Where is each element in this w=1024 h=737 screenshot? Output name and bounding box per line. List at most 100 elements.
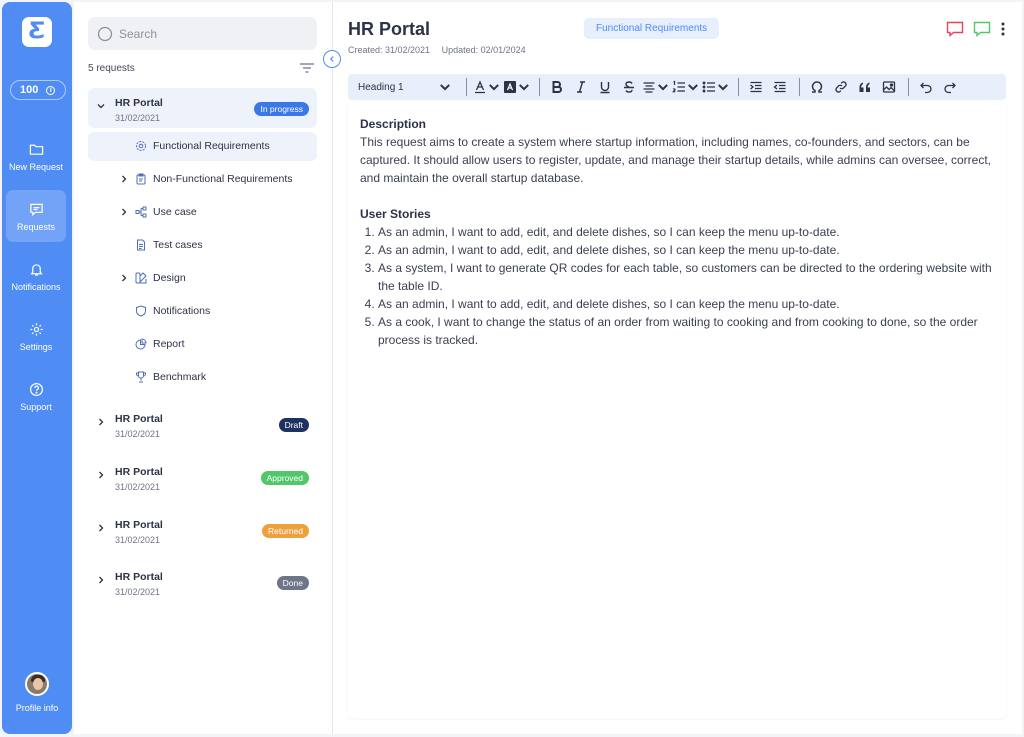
link-button[interactable] xyxy=(830,74,852,100)
numbered-list-button[interactable] xyxy=(672,74,700,100)
updated-date: Updated: 02/01/2024 xyxy=(441,45,526,55)
chevron-right-icon[interactable] xyxy=(96,523,106,533)
request-item[interactable]: HR Portal 31/02/2021 Draft xyxy=(88,404,317,444)
design-icon xyxy=(135,272,147,284)
status-badge: In progress xyxy=(254,102,309,116)
redo-button[interactable] xyxy=(939,74,961,100)
chevron-right-icon[interactable] xyxy=(119,174,129,184)
section-label: Functional Requirements xyxy=(153,140,270,152)
credits-counter[interactable]: 100 i xyxy=(10,80,66,100)
status-badge: Approved xyxy=(260,471,309,485)
underline-button[interactable] xyxy=(594,74,616,100)
nav-new-request[interactable]: New Request xyxy=(6,130,66,182)
nav-support[interactable]: Support xyxy=(6,370,66,422)
request-count: 5 requests xyxy=(88,63,135,74)
section-label: Use case xyxy=(153,206,197,218)
bullet-list-button[interactable] xyxy=(702,74,730,100)
profile-label: Profile info xyxy=(15,703,59,713)
request-title: HR Portal xyxy=(115,97,163,109)
app-logo[interactable]: Ƹ xyxy=(22,17,52,47)
more-vertical-icon[interactable] xyxy=(1000,21,1006,37)
section-functional-requirements[interactable]: Functional Requirements xyxy=(88,132,317,161)
link-icon xyxy=(835,81,847,93)
page-title: HR Portal xyxy=(348,19,431,39)
chevron-down-icon xyxy=(688,84,698,91)
chevron-right-icon[interactable] xyxy=(96,575,106,585)
request-date: 31/02/2021 xyxy=(115,482,161,492)
section-pill: Functional Requirements xyxy=(584,18,720,39)
align-button[interactable] xyxy=(642,74,670,100)
search-input[interactable] xyxy=(119,26,299,41)
chat-icon xyxy=(29,203,43,216)
section-label: Notifications xyxy=(153,305,211,317)
collapse-panel-button[interactable] xyxy=(323,50,341,68)
shield-icon xyxy=(136,305,146,317)
nav-notifications[interactable]: Notifications xyxy=(6,250,66,302)
filter-icon[interactable] xyxy=(300,62,314,74)
chevron-left-icon xyxy=(329,56,334,62)
italic-icon xyxy=(577,81,585,93)
nav-requests[interactable]: Requests xyxy=(6,190,66,242)
document-icon xyxy=(137,239,145,251)
section-label: Test cases xyxy=(153,239,203,251)
strikethrough-button[interactable] xyxy=(618,74,640,100)
request-item[interactable]: HR Portal 31/02/2021 Approved xyxy=(88,457,317,497)
trophy-icon xyxy=(136,371,146,383)
section-test-cases[interactable]: Test cases xyxy=(88,231,317,260)
request-date: 31/02/2021 xyxy=(115,587,161,597)
reject-comment-icon[interactable] xyxy=(946,21,964,37)
nav-settings[interactable]: Settings xyxy=(6,310,66,362)
gear-icon xyxy=(29,323,43,336)
status-badge: Draft xyxy=(278,418,309,432)
main-content: HR Portal Created: 31/02/2021 Updated: 0… xyxy=(333,2,1022,734)
section-use-case[interactable]: Use case xyxy=(88,198,317,227)
chevron-down-icon xyxy=(519,84,529,91)
list-item: As a system, I want to generate QR codes… xyxy=(378,259,994,295)
heading-select[interactable]: Heading 1 xyxy=(358,74,458,100)
nav-label: New Request xyxy=(8,162,64,172)
gear-icon xyxy=(136,141,146,151)
request-item[interactable]: HR Portal 31/02/2021 Returned xyxy=(88,510,317,550)
quote-button[interactable] xyxy=(854,74,876,100)
italic-button[interactable] xyxy=(570,74,592,100)
folder-icon xyxy=(29,144,43,155)
clipboard-icon xyxy=(136,173,146,185)
bold-button[interactable] xyxy=(546,74,568,100)
quote-icon xyxy=(859,82,870,92)
image-icon xyxy=(882,81,896,93)
section-design[interactable]: Design xyxy=(88,264,317,293)
list-item: As an admin, I want to add, edit, and de… xyxy=(378,295,994,313)
outdent-button[interactable] xyxy=(769,74,791,100)
section-benchmark[interactable]: Benchmark xyxy=(88,363,317,392)
nav-label: Support xyxy=(20,402,52,412)
approve-comment-icon[interactable] xyxy=(973,21,991,37)
document-editor[interactable]: Description This request aims to create … xyxy=(348,102,1006,718)
chevron-right-icon[interactable] xyxy=(96,470,106,480)
section-non-functional-requirements[interactable]: Non-Functional Requirements xyxy=(88,165,317,194)
profile-info[interactable]: Profile info xyxy=(2,672,72,713)
underline-icon xyxy=(600,82,610,94)
nav-label: Settings xyxy=(19,342,53,352)
section-notifications[interactable]: Notifications xyxy=(88,297,317,326)
text-color-button[interactable] xyxy=(473,74,501,100)
left-nav-rail: Ƹ 100 i New Request Requests Notificatio… xyxy=(2,2,72,734)
highlight-color-button[interactable] xyxy=(503,74,531,100)
chevron-down-icon xyxy=(440,84,450,91)
request-list-panel: 5 requests HR Portal 31/02/2021 In progr… xyxy=(74,2,332,734)
top-actions xyxy=(946,21,1006,37)
indent-button[interactable] xyxy=(745,74,767,100)
undo-button[interactable] xyxy=(915,74,937,100)
special-char-button[interactable] xyxy=(806,74,828,100)
chevron-right-icon[interactable] xyxy=(119,207,129,217)
nav-label: Requests xyxy=(16,222,56,232)
chevron-right-icon[interactable] xyxy=(96,417,106,427)
avatar[interactable] xyxy=(25,672,49,696)
chevron-down-icon[interactable] xyxy=(96,101,106,111)
section-report[interactable]: Report xyxy=(88,330,317,359)
search-box[interactable] xyxy=(88,17,317,50)
request-item[interactable]: HR Portal 31/02/2021 Done xyxy=(88,562,317,602)
chevron-right-icon[interactable] xyxy=(119,273,129,283)
search-icon xyxy=(97,26,113,41)
request-item[interactable]: HR Portal 31/02/2021 In progress xyxy=(88,88,317,128)
image-button[interactable] xyxy=(878,74,900,100)
